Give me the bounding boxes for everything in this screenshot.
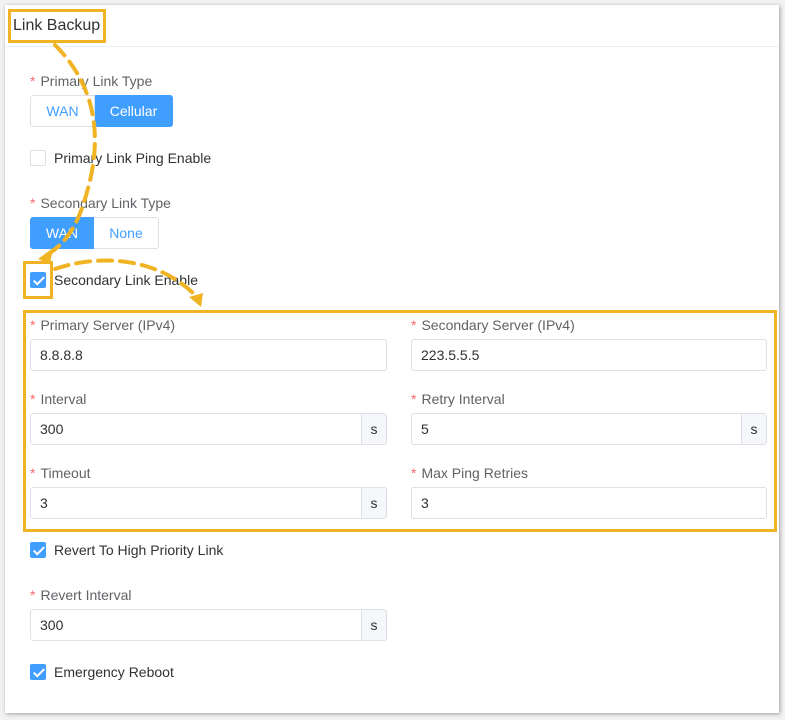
required-mark: * [30, 465, 36, 481]
emergency-reboot[interactable]: Emergency Reboot [30, 662, 174, 682]
primary-server-value: 8.8.8.8 [40, 347, 83, 363]
primary-link-type-selector: WAN Cellular [30, 95, 173, 127]
emergency-reboot-checkbox[interactable] [30, 664, 46, 680]
emergency-reboot-label: Emergency Reboot [54, 664, 174, 680]
retry-interval-unit: s [741, 414, 766, 444]
panel-title: Link Backup [8, 9, 106, 43]
revert-interval-input[interactable]: 300 s [30, 609, 387, 641]
max-ping-retries-value: 3 [421, 495, 429, 511]
revert-interval-label-text: Revert Interval [40, 587, 132, 603]
required-mark: * [411, 317, 417, 333]
primary-link-ping-label: Primary Link Ping Enable [54, 150, 212, 166]
timeout-label-text: Timeout [40, 465, 91, 481]
interval-label-text: Interval [40, 391, 87, 407]
interval-label: * Interval [30, 391, 86, 407]
primary-link-ping-checkbox[interactable] [30, 150, 46, 166]
primary-link-type-label-text: Primary Link Type [40, 73, 153, 89]
max-ping-retries-label-text: Max Ping Retries [421, 465, 529, 481]
primary-link-type-cellular-button[interactable]: Cellular [95, 95, 173, 127]
retry-interval-label-text: Retry Interval [421, 391, 505, 407]
revert-interval-value: 300 [40, 617, 64, 633]
arrowhead-settings [189, 293, 203, 307]
secondary-link-type-label-text: Secondary Link Type [40, 195, 171, 211]
secondary-link-type-none-button[interactable]: None [94, 217, 159, 249]
secondary-link-type-selector: WAN None [30, 217, 159, 249]
required-mark: * [30, 587, 36, 603]
primary-link-type-label: * Primary Link Type [30, 73, 152, 89]
max-ping-retries-input[interactable]: 3 [411, 487, 767, 519]
revert-label: Revert To High Priority Link [54, 542, 224, 558]
primary-server-label: * Primary Server (IPv4) [30, 317, 175, 333]
secondary-link-type-label: * Secondary Link Type [30, 195, 171, 211]
primary-server-input[interactable]: 8.8.8.8 [30, 339, 387, 371]
timeout-input[interactable]: 3 s [30, 487, 387, 519]
primary-server-label-text: Primary Server (IPv4) [40, 317, 176, 333]
timeout-label: * Timeout [30, 465, 91, 481]
retry-interval-value: 5 [421, 421, 429, 437]
secondary-link-enable-checkbox[interactable] [30, 272, 46, 288]
interval-value: 300 [40, 421, 64, 437]
retry-interval-label: * Retry Interval [411, 391, 505, 407]
required-mark: * [30, 317, 36, 333]
required-mark: * [30, 391, 36, 407]
primary-link-ping-enable[interactable]: Primary Link Ping Enable [30, 148, 211, 168]
revert-high-priority-link[interactable]: Revert To High Priority Link [30, 540, 223, 560]
link-backup-panel: Link Backup * Primary Link Type WAN Cellu… [5, 5, 779, 713]
required-mark: * [30, 73, 36, 89]
secondary-link-enable-label: Secondary Link Enable [54, 272, 198, 288]
interval-input[interactable]: 300 s [30, 413, 387, 445]
retry-interval-input[interactable]: 5 s [411, 413, 767, 445]
secondary-server-input[interactable]: 223.5.5.5 [411, 339, 767, 371]
required-mark: * [411, 465, 417, 481]
required-mark: * [30, 195, 36, 211]
secondary-server-value: 223.5.5.5 [421, 347, 480, 363]
max-ping-retries-label: * Max Ping Retries [411, 465, 528, 481]
primary-link-type-wan-button[interactable]: WAN [30, 95, 95, 127]
revert-interval-label: * Revert Interval [30, 587, 132, 603]
timeout-unit: s [361, 488, 386, 518]
required-mark: * [411, 391, 417, 407]
secondary-link-type-wan-button[interactable]: WAN [30, 217, 94, 249]
secondary-server-label-text: Secondary Server (IPv4) [421, 317, 575, 333]
secondary-link-enable[interactable]: Secondary Link Enable [30, 270, 198, 290]
secondary-server-label: * Secondary Server (IPv4) [411, 317, 575, 333]
arrowhead-checkbox [38, 248, 53, 264]
revert-interval-unit: s [361, 610, 386, 640]
interval-unit: s [361, 414, 386, 444]
timeout-value: 3 [40, 495, 48, 511]
revert-checkbox[interactable] [30, 542, 46, 558]
panel-header: Link Backup [5, 5, 779, 47]
